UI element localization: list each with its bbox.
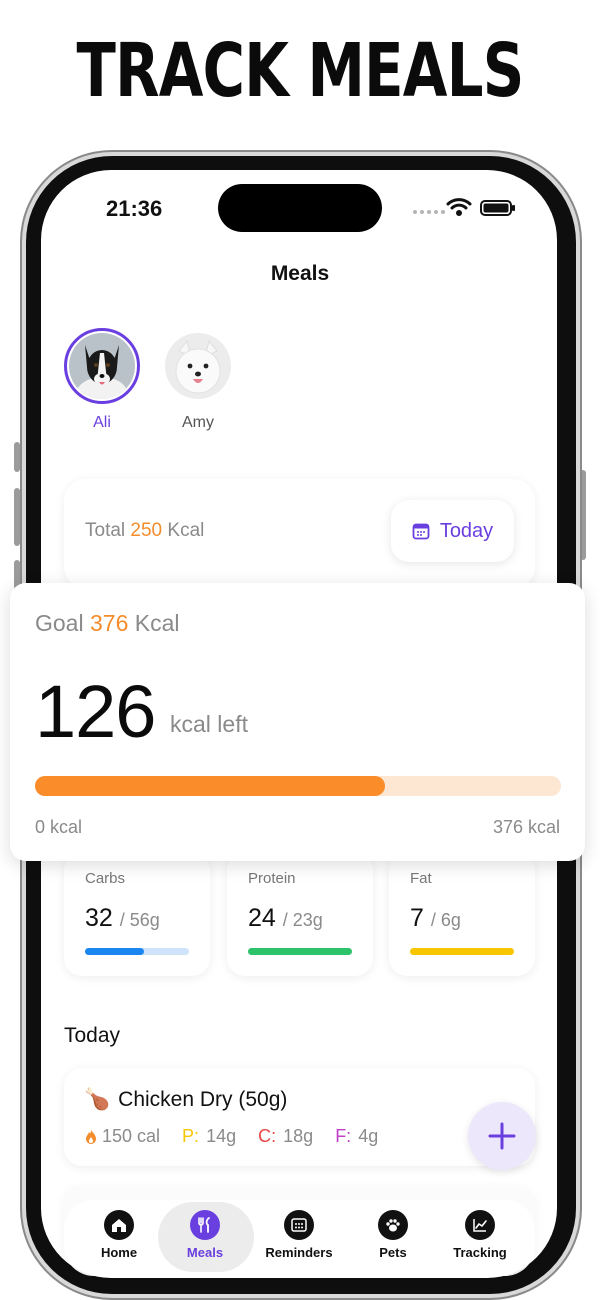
status-time: 21:36: [106, 196, 163, 221]
calories-remaining-label: kcal left: [170, 711, 248, 737]
macro-progress-fill: [248, 948, 352, 955]
tab-reminders[interactable]: Reminders: [254, 1210, 344, 1260]
macro-amount: 32: [85, 904, 113, 932]
drumstick-icon: 🍗: [84, 1088, 111, 1111]
headline: TRACK MEALS: [76, 28, 525, 114]
tab-label: Pets: [379, 1245, 407, 1260]
macro-amount: 24: [248, 904, 276, 932]
goal-label: Goal 376 Kcal: [35, 610, 180, 637]
progress-min-label: 0 kcal: [35, 817, 83, 837]
calorie-goal-card: Goal 376 Kcal 126 kcal left 0 kcal 376 k…: [10, 583, 585, 861]
tab-tracking[interactable]: Tracking: [435, 1210, 525, 1260]
add-meal-button[interactable]: [468, 1102, 536, 1170]
macro-progress-fill: [410, 948, 514, 955]
goal-value: 376: [89, 610, 129, 636]
calorie-progress-fill: [35, 776, 385, 796]
macro-card-fat: Fat 7 / 6g: [389, 852, 535, 976]
macro-card-protein: Protein 24 / 23g: [227, 852, 373, 976]
chart-icon: [465, 1210, 495, 1240]
tab-label: Home: [100, 1245, 138, 1260]
dog-photo: [165, 333, 231, 399]
signal-icon: [413, 210, 445, 214]
macro-goal: / 56g: [119, 910, 160, 930]
macro-amount: 7: [410, 904, 424, 932]
calorie-progress-track: [35, 776, 561, 796]
macro-value: 32 / 56g: [85, 904, 160, 933]
goal-prefix: Goal: [35, 610, 84, 636]
macro-label: Carbs: [85, 870, 126, 887]
total-calories: Total 250 Kcal: [85, 520, 204, 542]
pet-avatar-amy[interactable]: Amy: [158, 328, 238, 432]
macro-progress-track: [410, 948, 514, 955]
tab-label: Meals: [186, 1245, 224, 1260]
date-picker-button[interactable]: Today: [391, 500, 514, 562]
flame-icon: [86, 1129, 96, 1144]
macro-goal: / 23g: [282, 910, 323, 930]
plus-icon: [488, 1122, 516, 1150]
meal-fat: F: 4g: [335, 1126, 378, 1147]
calendar-icon: [412, 523, 430, 540]
carbs-key: C:: [258, 1126, 277, 1146]
calories-remaining: 126: [35, 670, 156, 753]
macro-value: 24 / 23g: [248, 904, 323, 933]
tab-pets[interactable]: Pets: [348, 1210, 438, 1260]
fork-knife-icon: [190, 1210, 220, 1240]
total-prefix: Total: [85, 520, 126, 541]
fat-value: 4g: [358, 1126, 379, 1146]
protein-key: P:: [182, 1126, 200, 1146]
tab-label: Tracking: [453, 1245, 507, 1260]
macro-progress-track: [85, 948, 189, 955]
meal-protein: P: 14g: [182, 1126, 236, 1147]
battery-icon: [480, 200, 515, 216]
macro-label: Fat: [410, 870, 432, 887]
macro-progress-fill: [85, 948, 145, 955]
paw-icon: [378, 1210, 408, 1240]
macro-label: Protein: [248, 870, 296, 887]
page-title: Meals: [270, 262, 330, 285]
meal-carbs: C: 18g: [258, 1126, 313, 1147]
protein-value: 14g: [206, 1126, 237, 1146]
avatar-ring: [160, 328, 236, 404]
tab-label: Reminders: [265, 1245, 333, 1260]
pet-avatar-ali[interactable]: Ali: [62, 328, 142, 432]
selected-ring: [64, 328, 140, 404]
pet-name: Ali: [93, 414, 111, 431]
pet-name: Amy: [182, 414, 214, 431]
calendar-grid-icon: [284, 1210, 314, 1240]
meal-card[interactable]: 🍗 Chicken Dry (50g) 150 cal P: 14g C: 18…: [64, 1068, 535, 1166]
dynamic-island: [218, 184, 382, 232]
macro-card-carbs: Carbs 32 / 56g: [64, 852, 210, 976]
meal-title: Chicken Dry (50g): [118, 1088, 288, 1111]
total-value: 250: [130, 520, 163, 541]
carbs-value: 18g: [283, 1126, 314, 1146]
calories-value: 150 cal: [102, 1126, 161, 1146]
progress-max-label: 376 kcal: [492, 817, 560, 837]
meal-calories: 150 cal: [84, 1126, 160, 1147]
macro-progress-track: [248, 948, 352, 955]
wifi-icon: [446, 198, 472, 216]
section-title-today: Today: [64, 1024, 121, 1047]
goal-unit: Kcal: [134, 610, 180, 636]
tab-meals[interactable]: Meals: [160, 1210, 250, 1260]
macro-goal: / 6g: [430, 910, 461, 930]
meal-stats: 150 cal P: 14g C: 18g F: 4g: [84, 1126, 378, 1147]
house-icon: [104, 1210, 134, 1240]
meal-name: 🍗 Chicken Dry (50g): [84, 1088, 287, 1112]
macro-value: 7 / 6g: [410, 904, 461, 933]
tab-home[interactable]: Home: [74, 1210, 164, 1260]
fat-key: F:: [335, 1126, 352, 1146]
dog-photo: [69, 333, 135, 399]
date-button-label: Today: [439, 519, 494, 542]
total-unit: Kcal: [167, 520, 205, 541]
